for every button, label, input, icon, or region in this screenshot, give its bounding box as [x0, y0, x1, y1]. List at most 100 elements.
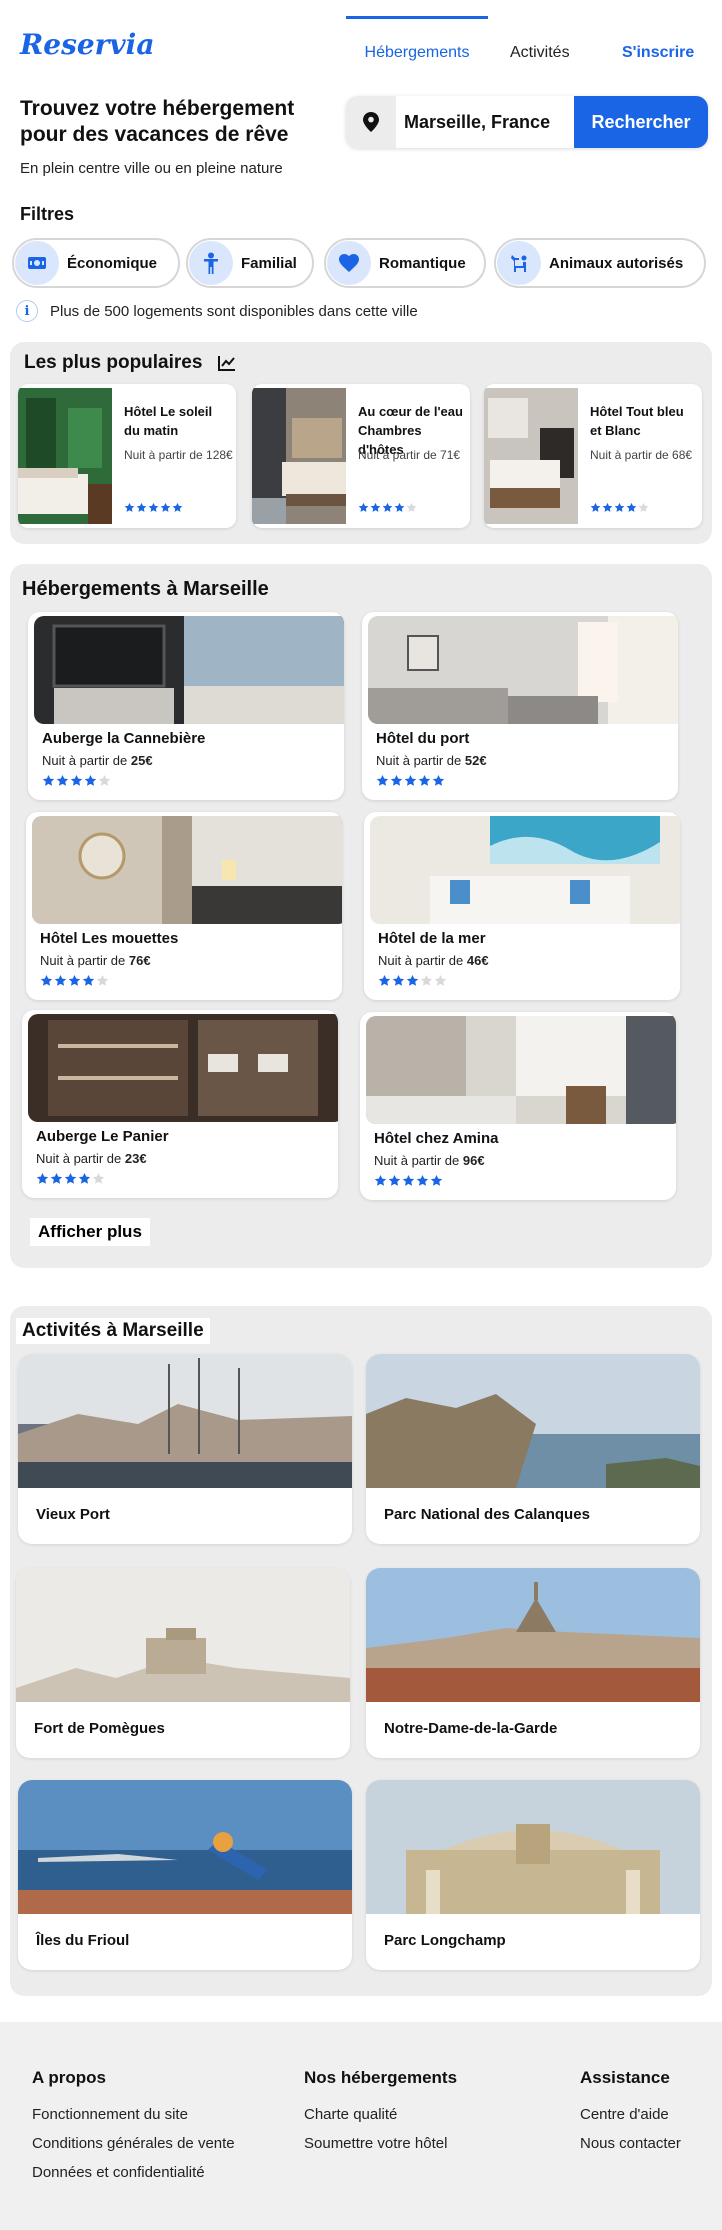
hero-title: Trouvez votre hébergement pour des vacan… [20, 97, 295, 146]
activity-card[interactable]: Îles du Frioul [18, 1780, 352, 1970]
reservia-logo[interactable]: Reservia [20, 28, 154, 61]
nav-accommodations-link[interactable]: Hébergements [346, 44, 488, 62]
activity-photo [366, 1780, 700, 1914]
accommodation-name: Auberge Le Panier [36, 1128, 169, 1145]
popular-card[interactable]: Hôtel Tout bleu et Blanc Nuit à partir d… [484, 384, 702, 528]
site-header: Reservia Hébergements Activités S'inscri… [0, 0, 722, 90]
price-value: 96€ [462, 1153, 485, 1168]
star-filled-icon [390, 774, 403, 787]
star-filled-icon [376, 774, 389, 787]
star-filled-icon [406, 974, 419, 987]
hotel-photo [34, 616, 344, 724]
footer-help-column: Assistance Centre d'aide Nous contacter [580, 2068, 681, 2164]
price-value: 76€ [128, 953, 151, 968]
activity-card[interactable]: Parc Longchamp [366, 1780, 700, 1970]
activity-card[interactable]: Vieux Port [18, 1354, 352, 1544]
price-prefix: Nuit à partir de [378, 953, 467, 968]
nav-signup-link[interactable]: S'inscrire [622, 44, 694, 62]
hotel-photo [366, 1016, 676, 1124]
destination-search-input[interactable] [404, 96, 574, 148]
footer-link[interactable]: Soumettre votre hôtel [304, 2135, 457, 2152]
price-value: 25€ [130, 753, 153, 768]
activity-photo [16, 1568, 350, 1702]
site-footer: A propos Fonctionnement du site Conditio… [0, 2022, 722, 2230]
star-empty-icon [638, 502, 649, 513]
star-filled-icon [84, 774, 97, 787]
star-filled-icon [416, 1174, 429, 1187]
star-filled-icon [172, 502, 183, 513]
dog-icon [497, 241, 541, 285]
filter-chip-label: Animaux autorisés [549, 254, 684, 272]
hotel-photo [368, 616, 678, 724]
rating-stars [42, 774, 111, 787]
accommodation-card[interactable]: Auberge la Cannebière Nuit à partir de 2… [28, 612, 344, 800]
rating-stars [358, 502, 417, 513]
filter-chip-label: Économique [67, 254, 158, 272]
nav-active-indicator [346, 16, 488, 19]
footer-link[interactable]: Fonctionnement du site [32, 2106, 235, 2123]
hotel-photo [18, 388, 112, 524]
popular-card[interactable]: Au cœur de l'eau Chambres d'hôtes Nuit à… [252, 384, 470, 528]
price-prefix: Nuit à partir de [42, 753, 131, 768]
hotel-photo [370, 816, 680, 924]
star-filled-icon [148, 502, 159, 513]
footer-link[interactable]: Charte qualité [304, 2106, 457, 2123]
accommodations-section: Hébergements à Marseille Auberge la Cann… [10, 564, 712, 1268]
accommodation-name: Hôtel de la mer [378, 930, 486, 947]
popular-card[interactable]: Hôtel Le soleil du matin Nuit à partir d… [18, 384, 236, 528]
rating-stars [376, 774, 445, 787]
accommodation-card[interactable]: Auberge Le Panier Nuit à partir de 23€ [22, 1010, 338, 1198]
accommodation-name: Hôtel chez Amina [374, 1130, 499, 1147]
show-more-button[interactable]: Afficher plus [30, 1218, 150, 1246]
star-filled-icon [382, 502, 393, 513]
star-empty-icon [406, 502, 417, 513]
activities-title: Activités à Marseille [16, 1318, 210, 1344]
price-prefix: Nuit à partir de [376, 753, 465, 768]
popular-hotel-name: Hôtel Le soleil du matin [124, 404, 213, 438]
filter-chip-economique[interactable]: Économique [12, 238, 180, 288]
price-prefix: Nuit à partir de [36, 1151, 125, 1166]
star-filled-icon [82, 974, 95, 987]
activity-card[interactable]: Fort de Pomègues [16, 1568, 350, 1758]
star-filled-icon [394, 502, 405, 513]
filter-chip-label: Romantique [379, 254, 466, 272]
activity-name: Notre-Dame-de-la-Garde [384, 1720, 558, 1737]
footer-help-title: Assistance [580, 2068, 670, 2087]
accommodation-card[interactable]: Hôtel du port Nuit à partir de 52€ [362, 612, 678, 800]
star-filled-icon [36, 1172, 49, 1185]
accommodation-card[interactable]: Hôtel chez Amina Nuit à partir de 96€ [360, 1012, 676, 1200]
activity-card[interactable]: Notre-Dame-de-la-Garde [366, 1568, 700, 1758]
footer-link[interactable]: Données et confidentialité [32, 2164, 235, 2181]
accommodation-card[interactable]: Hôtel Les mouettes Nuit à partir de 76€ [26, 812, 342, 1000]
price-value: 46€ [466, 953, 489, 968]
hotel-photo [252, 388, 346, 524]
price-prefix: Nuit à partir de [374, 1153, 463, 1168]
search-bar: Rechercher [346, 96, 708, 148]
footer-link[interactable]: Nous contacter [580, 2135, 681, 2152]
search-button[interactable]: Rechercher [574, 96, 708, 148]
nav-activities-link[interactable]: Activités [510, 44, 570, 62]
accommodation-card[interactable]: Hôtel de la mer Nuit à partir de 46€ [364, 812, 680, 1000]
activity-photo [18, 1780, 352, 1914]
accommodation-price: Nuit à partir de 76€ [40, 953, 151, 968]
popular-title-text: Les plus populaires [24, 352, 203, 373]
filter-chip-animaux[interactable]: Animaux autorisés [494, 238, 706, 288]
footer-link[interactable]: Conditions générales de vente [32, 2135, 235, 2152]
star-filled-icon [418, 774, 431, 787]
accommodation-price: Nuit à partir de 25€ [42, 753, 153, 768]
availability-text: Plus de 500 logements sont disponibles d… [50, 302, 418, 320]
rating-stars [124, 502, 183, 513]
star-filled-icon [56, 774, 69, 787]
filter-chip-label: Familial [241, 254, 297, 272]
filters-title: Filtres [20, 204, 75, 224]
filter-chip-romantique[interactable]: Romantique [324, 238, 486, 288]
star-filled-icon [392, 974, 405, 987]
money-icon [15, 241, 59, 285]
star-filled-icon [136, 502, 147, 513]
activity-card[interactable]: Parc National des Calanques [366, 1354, 700, 1544]
star-filled-icon [388, 1174, 401, 1187]
rating-stars [36, 1172, 105, 1185]
footer-about-column: A propos Fonctionnement du site Conditio… [32, 2068, 235, 2193]
filter-chip-familial[interactable]: Familial [186, 238, 314, 288]
footer-link[interactable]: Centre d'aide [580, 2106, 681, 2123]
